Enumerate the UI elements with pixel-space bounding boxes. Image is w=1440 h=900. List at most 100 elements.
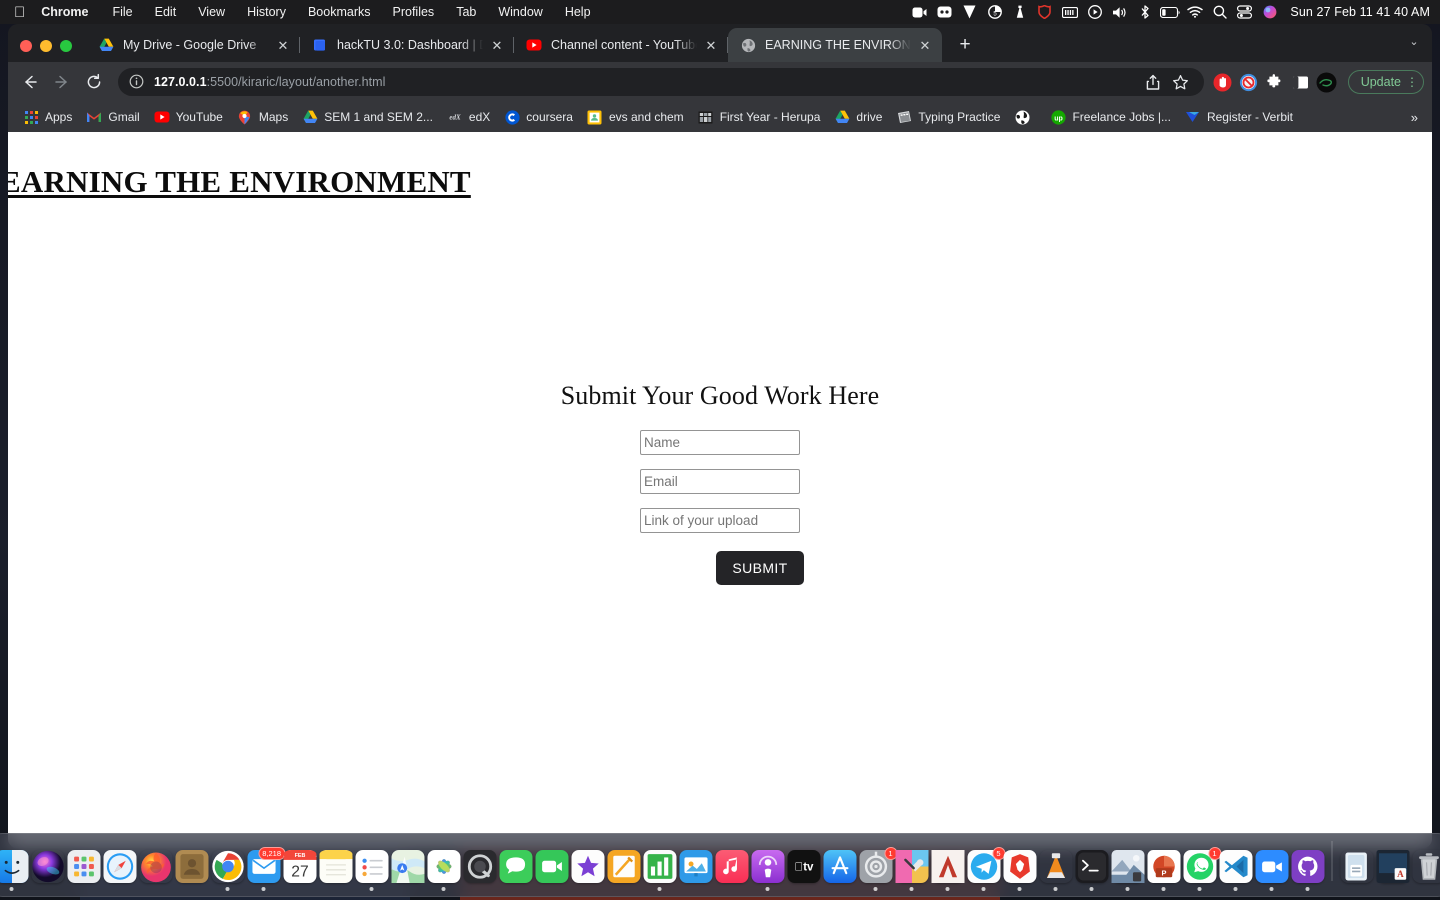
appstore-icon[interactable] <box>823 850 856 883</box>
dock-item-brave[interactable] <box>1003 833 1037 891</box>
safari-icon[interactable] <box>103 850 136 883</box>
new-tab-button[interactable]: + <box>951 30 979 58</box>
mail-icon[interactable]: 8,218 <box>247 847 285 883</box>
dock-item-zoom[interactable] <box>1255 833 1289 891</box>
screen-recorder-icon[interactable] <box>907 0 932 24</box>
facetime-icon[interactable] <box>535 850 568 883</box>
dock-item-launchpad[interactable] <box>67 833 101 891</box>
close-window-button[interactable] <box>20 40 32 52</box>
malwarebytes-icon[interactable] <box>1032 0 1057 24</box>
profile-avatar-icon[interactable] <box>1314 68 1340 96</box>
system-preferences-icon[interactable]: 1 <box>859 847 897 883</box>
cleanmymac-icon[interactable] <box>957 0 982 24</box>
menu-tab[interactable]: Tab <box>445 5 487 19</box>
notes-icon[interactable] <box>319 850 352 883</box>
siri-icon[interactable] <box>1257 0 1282 24</box>
spotlight-search-icon[interactable] <box>1207 0 1232 24</box>
adblock-hand-icon[interactable] <box>1210 68 1236 96</box>
dock-item-telegram[interactable]: 5 <box>967 833 1005 891</box>
bookmark-globe[interactable] <box>1007 106 1043 128</box>
email-field[interactable] <box>640 469 800 494</box>
dock-item-system-preferences[interactable]: 1 <box>859 833 897 891</box>
bookmark-youtube[interactable]: YouTube <box>147 106 230 128</box>
close-tab-button[interactable]: ✕ <box>275 37 291 53</box>
tab-my-drive[interactable]: My Drive - Google Drive ✕ <box>86 28 300 62</box>
share-icon[interactable] <box>1140 68 1166 96</box>
vscode-icon[interactable] <box>1219 850 1252 883</box>
bookmark-gmail[interactable]: Gmail <box>79 106 146 128</box>
dock-item-vlc[interactable] <box>1039 833 1073 891</box>
dock-item-keynote[interactable] <box>679 833 713 891</box>
preview-icon[interactable] <box>1111 850 1144 883</box>
bookmark-apps[interactable]: Apps <box>16 106 79 128</box>
player-icon[interactable] <box>1082 0 1107 24</box>
blocked-circle-icon[interactable] <box>1236 68 1262 96</box>
tab-youtube-studio[interactable]: Channel content - YouTube Stu ✕ <box>514 28 728 62</box>
dock-item-vscode[interactable] <box>1219 833 1253 891</box>
dock-item-whatsapp[interactable]: 1 <box>1183 833 1221 891</box>
maps-icon[interactable] <box>391 850 424 883</box>
dock-item-quicktime[interactable] <box>463 833 497 891</box>
dock-item-podcasts[interactable] <box>751 833 785 891</box>
control-center-icon[interactable] <box>1232 0 1257 24</box>
dock-item-maps[interactable] <box>391 833 425 891</box>
star-icon[interactable] <box>1168 68 1194 96</box>
battery-icon[interactable] <box>1157 0 1182 24</box>
messages-icon[interactable] <box>499 850 532 883</box>
imovie-icon[interactable] <box>571 850 604 883</box>
trash-icon[interactable] <box>1412 850 1440 883</box>
telegram-icon[interactable]: 5 <box>967 847 1005 883</box>
dock-item-facetime[interactable] <box>535 833 569 891</box>
dock-item-font-book-file[interactable]: A <box>1376 833 1410 891</box>
bookmark-maps[interactable]: Maps <box>230 106 295 128</box>
submit-button[interactable]: SUBMIT <box>716 551 804 585</box>
dock-item-powerpoint[interactable]: P <box>1147 833 1181 891</box>
contacts-icon[interactable] <box>175 850 208 883</box>
update-button[interactable]: Update ⋮ <box>1347 70 1424 94</box>
close-tab-button[interactable]: ✕ <box>489 37 505 53</box>
finder-icon[interactable] <box>0 850 28 883</box>
downloads-stack-icon[interactable] <box>1340 850 1373 883</box>
font-file-icon[interactable]: A <box>1376 850 1409 883</box>
podcasts-icon[interactable] <box>751 850 784 883</box>
github-icon[interactable] <box>1291 850 1324 883</box>
chrome-icon[interactable] <box>211 850 244 883</box>
dock-item-imovie[interactable] <box>571 833 605 891</box>
maximize-window-button[interactable] <box>60 40 72 52</box>
timer-icon[interactable]: 5 <box>982 0 1007 24</box>
address-bar[interactable]: 127.0.0.1:5500/kiraric/layout/another.ht… <box>118 68 1204 96</box>
bookmark-freelance-jobs[interactable]: up Freelance Jobs |... <box>1043 106 1178 128</box>
numbers-icon[interactable] <box>643 850 676 883</box>
pages-icon[interactable] <box>607 850 640 883</box>
firefox-icon[interactable] <box>139 850 172 883</box>
bookmark-sem1-sem2[interactable]: SEM 1 and SEM 2... <box>295 106 440 128</box>
zoom-icon[interactable] <box>1255 850 1288 883</box>
dock-item-numbers[interactable] <box>643 833 677 891</box>
site-info-icon[interactable] <box>129 74 145 90</box>
dock-item-trash[interactable] <box>1412 833 1440 891</box>
whatsapp-icon[interactable]: 1 <box>1183 847 1221 883</box>
calendar-icon[interactable]: FEB 27 <box>283 850 316 883</box>
apple-logo-icon[interactable]:  <box>14 5 25 20</box>
side-panel-icon[interactable] <box>1288 68 1314 96</box>
dock-item-chrome[interactable] <box>211 833 245 891</box>
chrome-menu-button[interactable]: ⋮ <box>1406 76 1418 88</box>
appletv-icon[interactable]: tv <box>787 850 820 883</box>
close-tab-button[interactable]: ✕ <box>917 37 933 53</box>
dock-item-notes[interactable] <box>319 833 353 891</box>
link-field[interactable] <box>640 508 800 533</box>
keynote-icon[interactable] <box>679 850 712 883</box>
dock-item-terminal[interactable] <box>1075 833 1109 891</box>
dock-item-autocad[interactable] <box>931 833 965 891</box>
dock-item-calendar[interactable]: FEB 27 <box>283 833 317 891</box>
menu-file[interactable]: File <box>101 5 143 19</box>
powerpoint-icon[interactable]: P <box>1147 850 1180 883</box>
bookmarks-overflow-button[interactable]: » <box>1403 110 1426 125</box>
dock-item-xcode-tools[interactable] <box>895 833 929 891</box>
dock-item-downloads-stack[interactable] <box>1340 833 1374 891</box>
forward-button[interactable] <box>46 66 78 98</box>
dock-item-reminders[interactable] <box>355 833 389 891</box>
menu-history[interactable]: History <box>236 5 297 19</box>
bookmark-edx[interactable]: edX edX <box>440 106 497 128</box>
autocad-icon[interactable] <box>931 850 964 883</box>
